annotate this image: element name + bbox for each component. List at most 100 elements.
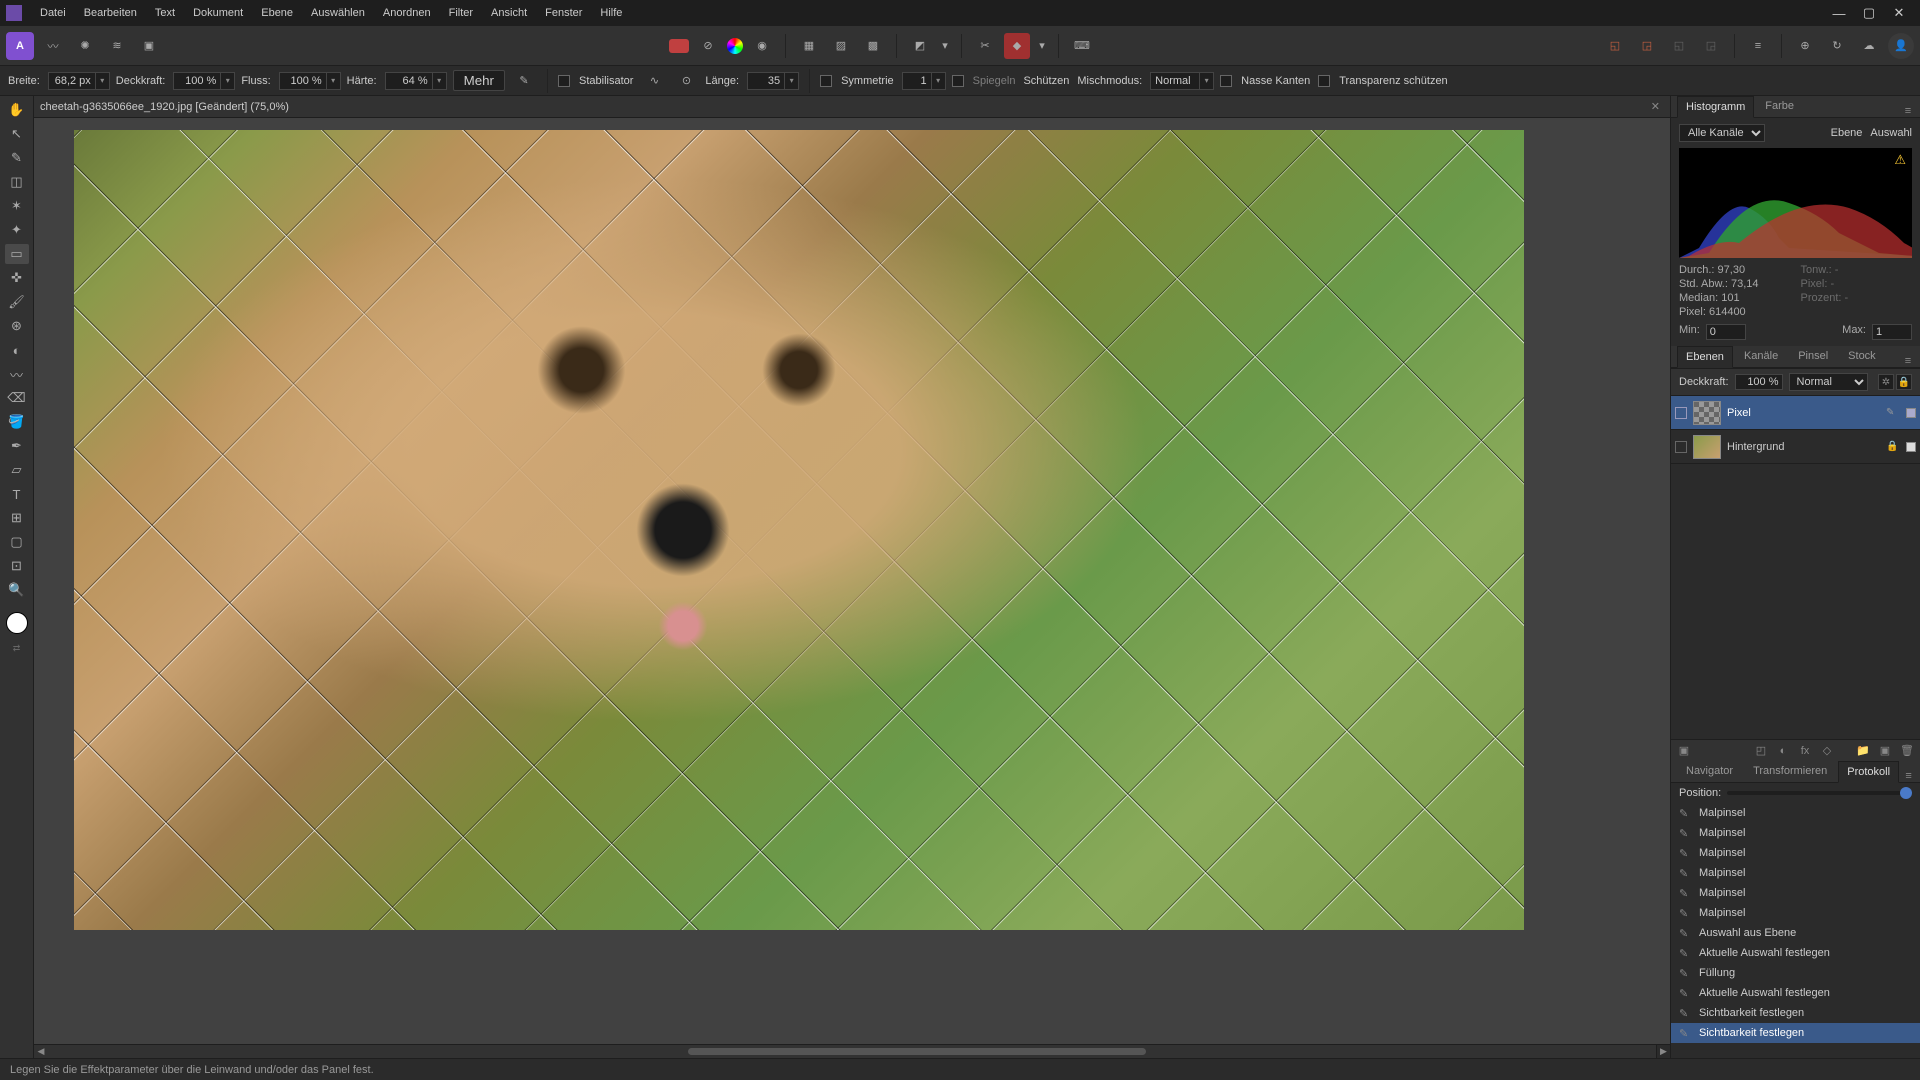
opacity-dropdown[interactable]: ▾ <box>221 72 235 90</box>
deselect-icon[interactable]: ▨ <box>828 33 854 59</box>
layer-name[interactable]: Pixel <box>1727 407 1880 419</box>
opacity-input[interactable]: 100 % <box>173 72 221 90</box>
canvas-image[interactable] <box>74 130 1524 930</box>
arrange-prev-icon[interactable]: ◱ <box>1666 33 1692 59</box>
persona-export-icon[interactable]: ▣ <box>136 33 162 59</box>
history-slider[interactable] <box>1727 791 1912 795</box>
persona-develop-icon[interactable]: ✺ <box>72 33 98 59</box>
layer-item-hintergrund[interactable]: Hintergrund 🔒 <box>1671 430 1920 464</box>
menu-bearbeiten[interactable]: Bearbeiten <box>76 3 145 23</box>
swatch-none-icon[interactable]: ⊘ <box>695 33 721 59</box>
layer-empty-area[interactable] <box>1671 464 1920 739</box>
menu-datei[interactable]: Datei <box>32 3 74 23</box>
hand-tool-icon[interactable]: ✋ <box>5 100 29 120</box>
scroll-right-icon[interactable]: ▶ <box>1656 1045 1670 1058</box>
layer-group-icon[interactable]: ▣ <box>1675 743 1693 759</box>
history-item[interactable]: ✎Aktuelle Auswahl festlegen <box>1671 943 1920 963</box>
zoom-tool-icon[interactable]: 🔍 <box>5 580 29 600</box>
arrange-front-icon[interactable]: ◲ <box>1634 33 1660 59</box>
hist-min-input[interactable] <box>1706 324 1746 340</box>
menu-ebene[interactable]: Ebene <box>253 3 301 23</box>
auto-dropdown-icon[interactable]: ▾ <box>1036 33 1048 59</box>
menu-auswaehlen[interactable]: Auswählen <box>303 3 373 23</box>
persona-tonemap-icon[interactable]: ≋ <box>104 33 130 59</box>
export-tool-icon[interactable]: ⊡ <box>5 556 29 576</box>
swatch-fill-icon[interactable] <box>669 39 689 53</box>
blendmode-dropdown[interactable]: ▾ <box>1200 72 1214 90</box>
length-dropdown[interactable]: ▾ <box>785 72 799 90</box>
history-item[interactable]: ✎Malpinsel <box>1671 843 1920 863</box>
width-input[interactable]: 68,2 px <box>48 72 96 90</box>
history-item[interactable]: ✎Malpinsel <box>1671 903 1920 923</box>
canvas-viewport[interactable] <box>34 118 1670 1044</box>
document-tab[interactable]: cheetah-g3635066ee_1920.jpg [Geändert] (… <box>40 101 289 113</box>
more-button[interactable]: Mehr <box>453 70 505 91</box>
history-item[interactable]: ✎Malpinsel <box>1671 883 1920 903</box>
history-item[interactable]: ✎Aktuelle Auswahl festlegen <box>1671 983 1920 1003</box>
history-item[interactable]: ✎Malpinsel <box>1671 823 1920 843</box>
quickmask-dropdown-icon[interactable]: ▾ <box>939 33 951 59</box>
protect-button[interactable]: Schützen <box>1023 75 1069 87</box>
history-list[interactable]: ✎Malpinsel✎Malpinsel✎Malpinsel✎Malpinsel… <box>1671 803 1920 1058</box>
stabilizer-checkbox[interactable] <box>558 75 570 87</box>
symmetry-dropdown[interactable]: ▾ <box>932 72 946 90</box>
layer-locked-icon[interactable]: 🔒 <box>1886 441 1898 452</box>
flow-input[interactable]: 100 % <box>279 72 327 90</box>
history-slider-thumb[interactable] <box>1900 787 1912 799</box>
paint-brush-tool-icon[interactable]: 🖌 <box>5 292 29 312</box>
layer-visibility-checkbox[interactable] <box>1675 407 1687 419</box>
flow-dropdown[interactable]: ▾ <box>327 72 341 90</box>
layers-panel-menu-icon[interactable]: ≡ <box>1900 355 1916 367</box>
color-swatch[interactable] <box>6 612 28 634</box>
tab-channels[interactable]: Kanäle <box>1735 345 1787 367</box>
menu-hilfe[interactable]: Hilfe <box>592 3 630 23</box>
selection-brush-tool-icon[interactable]: ✶ <box>5 196 29 216</box>
align-icon[interactable]: ≡ <box>1745 33 1771 59</box>
flood-select-tool-icon[interactable]: ✦ <box>5 220 29 240</box>
layer-folder-icon[interactable]: 📁 <box>1854 743 1872 759</box>
horizontal-scrollbar[interactable]: ◀ ▶ <box>34 1044 1670 1058</box>
persona-photo-icon[interactable]: A <box>6 32 34 60</box>
clone-tool-icon[interactable]: ⊛ <box>5 316 29 336</box>
layer-visibility-checkbox[interactable] <box>1675 441 1687 453</box>
layer-add-icon[interactable]: ▣ <box>1876 743 1894 759</box>
width-dropdown[interactable]: ▾ <box>96 72 110 90</box>
window-close[interactable]: ✕ <box>1884 3 1914 23</box>
menu-dokument[interactable]: Dokument <box>185 3 251 23</box>
quickmask-icon[interactable]: ◩ <box>907 33 933 59</box>
crop-tool-icon[interactable]: ◫ <box>5 172 29 192</box>
tab-history[interactable]: Protokoll <box>1838 761 1899 783</box>
arrange-back-icon[interactable]: ◱ <box>1602 33 1628 59</box>
layer-lock-icon[interactable]: 🔒 <box>1896 374 1912 390</box>
select-all-icon[interactable]: ▦ <box>796 33 822 59</box>
scrollbar-thumb[interactable] <box>688 1048 1146 1055</box>
tab-transform[interactable]: Transformieren <box>1744 760 1836 782</box>
tab-layers[interactable]: Ebenen <box>1677 346 1733 368</box>
sync-cloud-icon[interactable]: ☁ <box>1856 33 1882 59</box>
histogram-auswahl-button[interactable]: Auswahl <box>1870 127 1912 139</box>
window-mode-icon[interactable]: ⊙ <box>673 68 699 94</box>
color-picker-tool-icon[interactable]: ✎ <box>5 148 29 168</box>
document-tab-close-icon[interactable]: ✕ <box>1647 100 1664 113</box>
layer-delete-icon[interactable]: 🗑 <box>1898 743 1916 759</box>
tab-stock[interactable]: Stock <box>1839 345 1885 367</box>
layer-fx-icon[interactable]: ✲ <box>1878 374 1894 390</box>
rope-mode-icon[interactable]: ∿ <box>641 68 667 94</box>
smudge-tool-icon[interactable]: 〰 <box>5 364 29 384</box>
scroll-left-icon[interactable]: ◀ <box>34 1045 48 1058</box>
mirror-checkbox[interactable] <box>952 75 964 87</box>
account-avatar[interactable]: 👤 <box>1888 33 1914 59</box>
history-item[interactable]: ✎Auswahl aus Ebene <box>1671 923 1920 943</box>
menu-filter[interactable]: Filter <box>441 3 481 23</box>
protect-alpha-checkbox[interactable] <box>1318 75 1330 87</box>
history-panel-menu-icon[interactable]: ≡ <box>1901 770 1916 782</box>
menu-fenster[interactable]: Fenster <box>537 3 590 23</box>
symmetry-checkbox[interactable] <box>820 75 832 87</box>
shape-tool-icon[interactable]: ▢ <box>5 532 29 552</box>
invert-selection-icon[interactable]: ▩ <box>860 33 886 59</box>
sync-add-icon[interactable]: ⊕ <box>1792 33 1818 59</box>
menu-text[interactable]: Text <box>147 3 183 23</box>
text-tool-icon[interactable]: T <box>5 484 29 504</box>
swap-colors-icon[interactable]: ⇄ <box>5 638 29 658</box>
assistant-icon[interactable]: ⌨ <box>1069 33 1095 59</box>
